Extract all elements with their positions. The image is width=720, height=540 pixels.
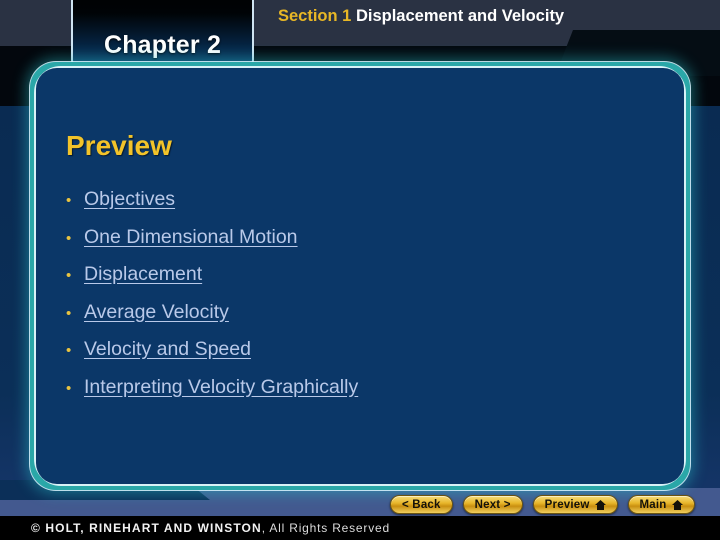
preview-link-interpreting-velocity-graphically[interactable]: Interpreting Velocity Graphically <box>84 376 358 399</box>
copyright-mark: © <box>31 521 46 535</box>
bullet-icon: • <box>66 229 72 247</box>
preview-button-label: Preview <box>544 498 590 511</box>
section-title: Section 1 Displacement and Velocity <box>278 5 578 27</box>
bullet-icon: • <box>66 267 72 284</box>
section-number-label: Section 1 <box>278 7 352 25</box>
next-button-label: Next > <box>474 498 511 511</box>
main-button-label: Main <box>639 498 667 511</box>
preview-link-displacement[interactable]: Displacement <box>84 263 202 286</box>
list-item[interactable]: • Displacement <box>66 263 626 301</box>
navigation-bar: < Back Next > Preview Main <box>390 495 695 514</box>
list-item[interactable]: • Objectives <box>66 188 626 226</box>
list-item[interactable]: • Average Velocity <box>66 301 626 339</box>
next-button[interactable]: Next > <box>462 495 523 514</box>
preview-link-objectives[interactable]: Objectives <box>84 188 175 211</box>
main-button[interactable]: Main <box>627 495 695 514</box>
preview-link-velocity-and-speed[interactable]: Velocity and Speed <box>84 338 251 361</box>
home-icon <box>594 499 606 510</box>
preview-button[interactable]: Preview <box>532 495 618 514</box>
preview-link-list: • Objectives • One Dimensional Motion • … <box>66 188 626 413</box>
rights-reserved-text: , All Rights Reserved <box>261 521 390 535</box>
list-item[interactable]: • Interpreting Velocity Graphically <box>66 376 626 414</box>
preview-link-one-dimensional-motion[interactable]: One Dimensional Motion <box>84 226 298 249</box>
preview-link-average-velocity[interactable]: Average Velocity <box>84 301 229 324</box>
section-title-text: Displacement and Velocity <box>355 7 565 25</box>
list-item[interactable]: • Velocity and Speed <box>66 338 626 376</box>
back-button[interactable]: < Back <box>390 495 453 514</box>
page-title: Preview <box>66 130 172 161</box>
bullet-icon: • <box>66 192 72 209</box>
list-item[interactable]: • One Dimensional Motion <box>66 226 626 264</box>
bullet-icon: • <box>66 304 72 322</box>
copyright-text: © HOLT, RINEHART AND WINSTON, All Rights… <box>31 521 390 535</box>
slide-canvas: Chapter 2 Section 1 Displacement and Vel… <box>0 0 720 540</box>
bullet-icon: • <box>66 342 72 359</box>
home-icon <box>671 499 683 510</box>
publisher-name: HOLT, RINEHART AND WINSTON <box>45 521 262 535</box>
bullet-icon: • <box>66 379 72 397</box>
chapter-badge-label: Chapter 2 <box>103 31 222 59</box>
back-button-label: < Back <box>402 498 441 511</box>
